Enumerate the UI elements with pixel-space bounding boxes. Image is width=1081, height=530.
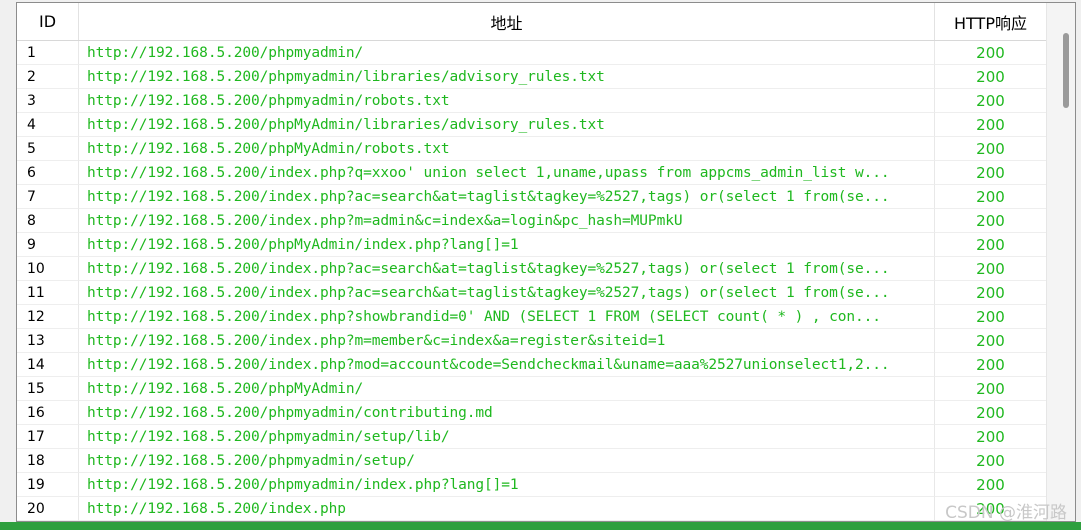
vertical-scrollbar[interactable] [1046, 3, 1075, 521]
column-header-id[interactable]: ID [17, 3, 79, 40]
row-status-cell: 200 [935, 41, 1047, 65]
row-id-cell: 15 [17, 377, 79, 401]
table-body: 1 http://192.168.5.200/phpmyadmin/200 2 htt… [17, 41, 1047, 521]
table-row[interactable]: 10 http://192.168.5.200/index.php?ac=sear… [17, 257, 1047, 281]
table-row[interactable]: 14 http://192.168.5.200/index.php?mod=acc… [17, 353, 1047, 377]
row-id-cell: 14 [17, 353, 79, 377]
table-row[interactable]: 5 http://192.168.5.200/phpMyAdmin/robots.… [17, 137, 1047, 161]
row-id-cell: 17 [17, 425, 79, 449]
table-row[interactable]: 4 http://192.168.5.200/phpMyAdmin/librari… [17, 113, 1047, 137]
table-row[interactable]: 13 http://192.168.5.200/index.php?m=membe… [17, 329, 1047, 353]
table-row[interactable]: 6 http://192.168.5.200/index.php?q=xxoo' … [17, 161, 1047, 185]
row-status-cell: 200 [935, 281, 1047, 305]
row-id-cell: 16 [17, 401, 79, 425]
table-header: ID 地址 HTTP响应 [17, 3, 1047, 41]
row-status-cell: 200 [935, 113, 1047, 137]
row-url-cell: http://192.168.5.200/phpMyAdmin/librarie… [79, 113, 935, 137]
row-url-cell: http://192.168.5.200/index.php?ac=search… [79, 257, 935, 281]
row-id-cell: 13 [17, 329, 79, 353]
table-row[interactable]: 17 http://192.168.5.200/phpmyadmin/setup/… [17, 425, 1047, 449]
scrollbar-thumb[interactable] [1063, 33, 1069, 108]
row-status-cell: 200 [935, 89, 1047, 113]
row-status-cell: 200 [935, 161, 1047, 185]
row-status-cell: 200 [935, 209, 1047, 233]
row-url-cell: http://192.168.5.200/phpMyAdmin/ [79, 377, 935, 401]
row-status-cell: 200 [935, 305, 1047, 329]
row-id-cell: 5 [17, 137, 79, 161]
row-id-cell: 20 [17, 497, 79, 521]
row-id-cell: 3 [17, 89, 79, 113]
row-status-cell: 200 [935, 329, 1047, 353]
table-row[interactable]: 1 http://192.168.5.200/phpmyadmin/200 [17, 41, 1047, 65]
row-id-cell: 12 [17, 305, 79, 329]
row-id-cell: 4 [17, 113, 79, 137]
row-id-cell: 6 [17, 161, 79, 185]
row-url-cell: http://192.168.5.200/phpMyAdmin/index.ph… [79, 233, 935, 257]
row-url-cell: http://192.168.5.200/phpmyadmin/setup/li… [79, 425, 935, 449]
row-id-cell: 1 [17, 41, 79, 65]
table-row[interactable]: 19 http://192.168.5.200/phpmyadmin/index.… [17, 473, 1047, 497]
row-url-cell: http://192.168.5.200/index.php?m=member&… [79, 329, 935, 353]
row-status-cell: 200 [935, 185, 1047, 209]
row-url-cell: http://192.168.5.200/phpmyadmin/setup/ [79, 449, 935, 473]
table-row[interactable]: 11 http://192.168.5.200/index.php?ac=sear… [17, 281, 1047, 305]
row-url-cell: http://192.168.5.200/index.php?m=admin&c… [79, 209, 935, 233]
row-url-cell: http://192.168.5.200/phpmyadmin/ [79, 41, 935, 65]
row-url-cell: http://192.168.5.200/index.php?ac=search… [79, 281, 935, 305]
column-header-http-response[interactable]: HTTP响应 [935, 3, 1047, 40]
row-status-cell: 200 [935, 353, 1047, 377]
table-row[interactable]: 9 http://192.168.5.200/phpMyAdmin/index.p… [17, 233, 1047, 257]
row-url-cell: http://192.168.5.200/phpmyadmin/contribu… [79, 401, 935, 425]
column-header-url[interactable]: 地址 [79, 3, 935, 40]
table-row[interactable]: 3 http://192.168.5.200/phpmyadmin/robots.… [17, 89, 1047, 113]
row-status-cell: 200 [935, 137, 1047, 161]
row-id-cell: 19 [17, 473, 79, 497]
results-table: ID 地址 HTTP响应 1 http://192.168.5.200/phpmy… [16, 2, 1076, 522]
row-status-cell: 200 [935, 449, 1047, 473]
row-url-cell: http://192.168.5.200/phpMyAdmin/robots.t… [79, 137, 935, 161]
row-status-cell: 200 [935, 257, 1047, 281]
row-status-cell: 200 [935, 401, 1047, 425]
row-url-cell: http://192.168.5.200/index.php?mod=accou… [79, 353, 935, 377]
row-url-cell: http://192.168.5.200/index.php?q=xxoo' u… [79, 161, 935, 185]
table-row[interactable]: 7 http://192.168.5.200/index.php?ac=searc… [17, 185, 1047, 209]
row-status-cell: 200 [935, 233, 1047, 257]
row-id-cell: 11 [17, 281, 79, 305]
row-status-cell: 200 [935, 425, 1047, 449]
row-url-cell: http://192.168.5.200/index.php?showbrand… [79, 305, 935, 329]
watermark: CSDN @淮河路 [945, 503, 1067, 523]
table-row[interactable]: 20 http://192.168.5.200/index.php 200 [17, 497, 1047, 521]
row-id-cell: 7 [17, 185, 79, 209]
row-id-cell: 2 [17, 65, 79, 89]
table-row[interactable]: 18 http://192.168.5.200/phpmyadmin/setup/… [17, 449, 1047, 473]
row-id-cell: 8 [17, 209, 79, 233]
table-row[interactable]: 8 http://192.168.5.200/index.php?m=admin&… [17, 209, 1047, 233]
table-row[interactable]: 12 http://192.168.5.200/index.php?showbra… [17, 305, 1047, 329]
row-id-cell: 9 [17, 233, 79, 257]
row-status-cell: 200 [935, 377, 1047, 401]
row-id-cell: 18 [17, 449, 79, 473]
table-row[interactable]: 16 http://192.168.5.200/phpmyadmin/contri… [17, 401, 1047, 425]
row-status-cell: 200 [935, 473, 1047, 497]
row-status-cell: 200 [935, 65, 1047, 89]
row-url-cell: http://192.168.5.200/phpmyadmin/index.ph… [79, 473, 935, 497]
row-url-cell: http://192.168.5.200/index.php?ac=search… [79, 185, 935, 209]
row-url-cell: http://192.168.5.200/phpmyadmin/librarie… [79, 65, 935, 89]
table-row[interactable]: 2 http://192.168.5.200/phpmyadmin/librari… [17, 65, 1047, 89]
row-id-cell: 10 [17, 257, 79, 281]
row-url-cell: http://192.168.5.200/index.php [79, 497, 935, 521]
table-row[interactable]: 15 http://192.168.5.200/phpMyAdmin/200 [17, 377, 1047, 401]
row-url-cell: http://192.168.5.200/phpmyadmin/robots.t… [79, 89, 935, 113]
status-strip [0, 522, 1081, 530]
